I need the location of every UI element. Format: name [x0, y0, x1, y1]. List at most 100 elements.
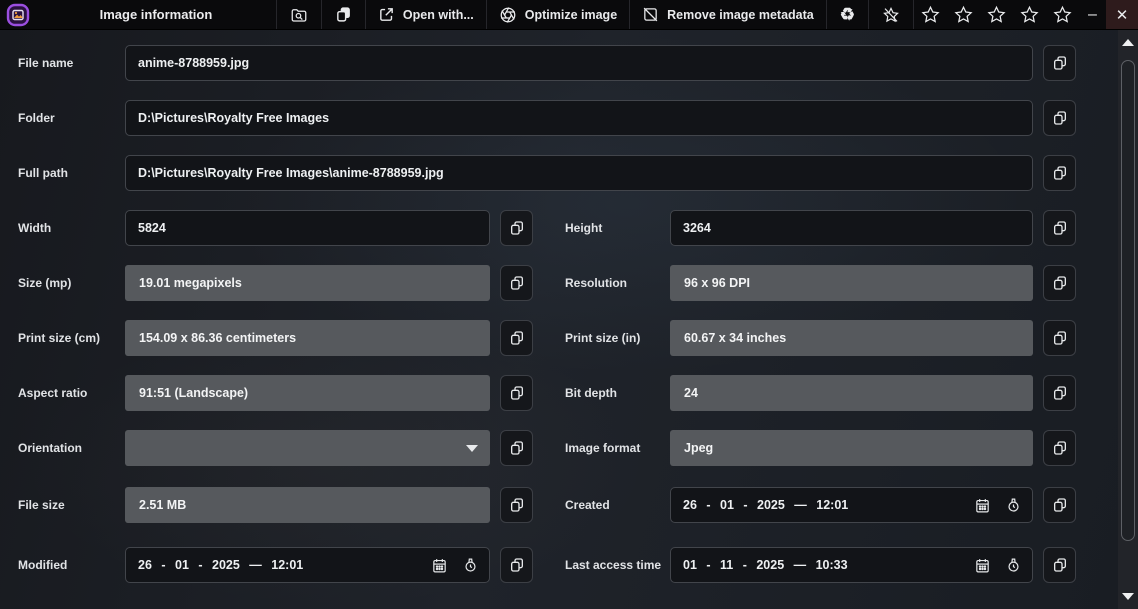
optimize-image-label: Optimize image — [524, 7, 618, 22]
full-path-label: Full path — [18, 166, 68, 180]
print-size-cm-value: 154.09 x 86.36 centimeters — [125, 320, 490, 356]
remove-metadata-label: Remove image metadata — [667, 7, 814, 22]
copy-file-name-button[interactable] — [1043, 45, 1076, 81]
copy-full-path-button[interactable] — [1043, 155, 1076, 191]
copy-print-size-in-button[interactable] — [1043, 320, 1076, 356]
copy-icon — [1053, 441, 1066, 455]
last-access-label: Last access time — [565, 558, 662, 572]
last-access-value: 01 - 11 - 2025 — 10:33 — [683, 558, 848, 572]
copy-modified-button[interactable] — [500, 547, 533, 583]
orientation-dropdown[interactable] — [125, 430, 490, 466]
image-format-label: Image format — [565, 441, 641, 455]
copy-icon — [1053, 331, 1066, 345]
height-input[interactable] — [670, 210, 1033, 246]
copy-icon — [1053, 166, 1066, 180]
app-logo — [0, 0, 36, 29]
image-information-window: Image information Open with... Optimize … — [0, 0, 1138, 609]
image-info-form: File name Folder Full path Width Height … — [0, 30, 1118, 609]
copy-orientation-button[interactable] — [500, 430, 533, 466]
copy-width-button[interactable] — [500, 210, 533, 246]
locate-file-button[interactable] — [277, 0, 321, 29]
file-name-input[interactable] — [125, 45, 1033, 81]
copy-bit-depth-button[interactable] — [1043, 375, 1076, 411]
calendar-icon[interactable] — [974, 497, 991, 514]
resolution-label: Resolution — [565, 276, 627, 290]
full-path-input[interactable] — [125, 155, 1033, 191]
clock-icon[interactable] — [462, 557, 479, 574]
copy-aspect-ratio-button[interactable] — [500, 375, 533, 411]
star-icon — [987, 5, 1006, 23]
scroll-down-icon[interactable] — [1122, 593, 1134, 600]
rating-star-5[interactable] — [1046, 0, 1079, 29]
copy-file-size-button[interactable] — [500, 487, 533, 523]
star-icon — [1053, 5, 1072, 23]
rating-star-1[interactable] — [914, 0, 947, 29]
print-size-in-label: Print size (in) — [565, 331, 641, 345]
aperture-icon — [500, 6, 516, 23]
file-size-value: 2.51 MB — [125, 487, 490, 523]
copy-icon — [1053, 386, 1066, 400]
size-mp-label: Size (mp) — [18, 276, 72, 290]
copy-icon — [1053, 558, 1066, 572]
open-with-button[interactable]: Open with... — [366, 0, 486, 29]
copy-folder-button[interactable] — [1043, 100, 1076, 136]
orientation-label: Orientation — [18, 441, 83, 455]
minimize-button[interactable]: – — [1079, 0, 1106, 29]
copy-resolution-button[interactable] — [1043, 265, 1076, 301]
copy-icon — [510, 441, 523, 455]
optimize-image-button[interactable]: Optimize image — [487, 0, 629, 29]
copy-icon — [1053, 221, 1066, 235]
copy-icon — [510, 331, 523, 345]
folder-label: Folder — [18, 111, 55, 125]
aspect-ratio-value: 91:51 (Landscape) — [125, 375, 490, 411]
calendar-icon[interactable] — [431, 557, 448, 574]
close-button[interactable]: ✕ — [1106, 0, 1138, 29]
rating-star-2[interactable] — [947, 0, 980, 29]
copy-icon — [1053, 276, 1066, 290]
rating-star-4[interactable] — [1013, 0, 1046, 29]
clock-icon[interactable] — [1005, 497, 1022, 514]
remove-metadata-button[interactable]: Remove image metadata — [630, 0, 826, 29]
copy-height-button[interactable] — [1043, 210, 1076, 246]
bit-depth-label: Bit depth — [565, 386, 617, 400]
copy-image-button[interactable] — [322, 0, 365, 29]
copy-created-button[interactable] — [1043, 487, 1076, 523]
copy-icon — [1053, 56, 1066, 70]
width-input[interactable] — [125, 210, 490, 246]
refresh-button[interactable]: ♻ — [827, 0, 868, 29]
open-with-label: Open with... — [402, 7, 474, 22]
copy-print-size-cm-button[interactable] — [500, 320, 533, 356]
last-access-datetime-field[interactable]: 01 - 11 - 2025 — 10:33 — [670, 547, 1033, 583]
file-name-label: File name — [18, 56, 74, 70]
created-label: Created — [565, 498, 610, 512]
clock-icon[interactable] — [1005, 557, 1022, 574]
modified-datetime-field[interactable]: 26 - 01 - 2025 — 12:01 — [125, 547, 490, 583]
rating-star-3[interactable] — [980, 0, 1013, 29]
modified-label: Modified — [18, 558, 68, 572]
chevron-down-icon — [466, 445, 478, 452]
external-link-icon — [380, 8, 393, 21]
copy-icon — [510, 386, 523, 400]
image-format-value: Jpeg — [670, 430, 1033, 466]
scroll-up-icon[interactable] — [1122, 39, 1134, 46]
copy-icon — [1053, 111, 1066, 125]
vertical-scrollbar[interactable] — [1118, 30, 1138, 609]
star-icon — [921, 5, 940, 23]
recycle-icon: ♻ — [839, 5, 855, 24]
copy-icon — [510, 276, 523, 290]
resolution-value: 96 x 96 DPI — [670, 265, 1033, 301]
folder-search-icon — [291, 8, 307, 22]
copy-image-format-button[interactable] — [1043, 430, 1076, 466]
scrollbar-thumb[interactable] — [1121, 60, 1135, 541]
copy-size-mp-button[interactable] — [500, 265, 533, 301]
clear-rating-button[interactable] — [869, 0, 913, 29]
minimize-icon: – — [1088, 5, 1097, 23]
copy-icon — [337, 7, 350, 22]
imageglass-logo-icon — [6, 3, 30, 26]
folder-input[interactable] — [125, 100, 1033, 136]
copy-last-access-button[interactable] — [1043, 547, 1076, 583]
calendar-icon[interactable] — [974, 557, 991, 574]
created-datetime-field[interactable]: 26 - 01 - 2025 — 12:01 — [670, 487, 1033, 523]
aspect-ratio-label: Aspect ratio — [18, 386, 88, 400]
copy-icon — [510, 221, 523, 235]
